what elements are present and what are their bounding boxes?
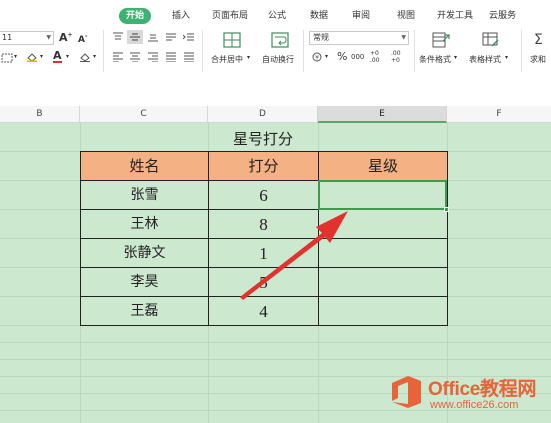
spreadsheet-grid[interactable]: 星号打分 姓名 打分 星级 张雪 6 王林 8 张静文 1 李昊 5 王磊 4	[0, 123, 551, 423]
chevron-down-icon: ▾	[325, 53, 329, 60]
chevron-down-icon: ▾	[14, 53, 18, 60]
name-cell[interactable]: 李昊	[80, 267, 208, 296]
percent-button[interactable]: %	[337, 50, 347, 63]
align-right-icon[interactable]	[147, 52, 159, 62]
tab-review[interactable]: 审阅	[352, 8, 370, 24]
name-cell[interactable]: 张雪	[80, 180, 208, 209]
grid-line	[0, 359, 551, 360]
text-orientation-icon[interactable]	[165, 32, 177, 42]
chevron-down-icon: ▾	[40, 53, 44, 60]
ribbon-toolbar: 11 ▼ A+ A- ▾ ▾ A ▾ ▾ 合并居中 ▾ 自动换行 常规 ▼ ¥ …	[0, 28, 551, 76]
tab-view[interactable]: 视图	[397, 8, 415, 24]
office-logo-icon	[392, 376, 421, 408]
ribbon-separator	[303, 30, 304, 72]
column-header-e[interactable]: E	[318, 106, 447, 123]
font-size-select[interactable]: 11 ▼	[0, 31, 54, 45]
column-header-b[interactable]: B	[0, 106, 80, 123]
tab-formula[interactable]: 公式	[268, 8, 286, 24]
increase-decimal-button[interactable]: +0 .00	[370, 50, 386, 64]
chevron-down-icon: ▾	[454, 54, 458, 61]
sum-button[interactable]: Σ 求和	[527, 30, 551, 72]
grow-font-button[interactable]: A+	[59, 31, 73, 44]
tab-developer[interactable]: 开发工具	[437, 8, 473, 24]
merge-center-button[interactable]: 合并居中 ▾	[209, 30, 257, 72]
decrease-decimal-button[interactable]: .00 +0	[391, 50, 407, 64]
chevron-down-icon: ▾	[247, 54, 251, 61]
column-header-d[interactable]: D	[208, 106, 318, 123]
column-header-row: B C D E F	[0, 106, 551, 123]
align-center-icon[interactable]	[129, 52, 141, 62]
eraser-icon[interactable]	[79, 52, 91, 62]
shrink-font-letter: A	[78, 35, 85, 45]
number-format-select[interactable]: 常规 ▼	[309, 31, 409, 45]
ribbon-separator	[414, 30, 415, 72]
header-cell-score[interactable]: 打分	[208, 151, 318, 180]
svg-text:¥: ¥	[315, 55, 319, 62]
ribbon-separator	[521, 30, 522, 72]
distributed-icon[interactable]	[183, 52, 195, 62]
column-header-c[interactable]: C	[80, 106, 208, 123]
grid-line	[0, 342, 551, 343]
tab-data[interactable]: 数据	[310, 8, 328, 24]
border-icon[interactable]	[1, 53, 13, 63]
conditional-format-icon	[432, 32, 450, 48]
fill-handle[interactable]	[444, 207, 449, 212]
align-left-icon[interactable]	[112, 52, 124, 62]
sum-label: 求和	[530, 55, 546, 64]
wrap-text-button[interactable]: 自动换行	[259, 30, 301, 72]
conditional-format-label: 条件格式	[419, 55, 451, 64]
sheet-title[interactable]: 星号打分	[80, 127, 446, 151]
column-header-f[interactable]: F	[447, 106, 551, 123]
align-middle-icon	[130, 33, 140, 41]
name-cell[interactable]: 王林	[80, 209, 208, 238]
name-cell[interactable]: 王磊	[80, 296, 208, 325]
indent-icon[interactable]	[183, 32, 195, 42]
tab-insert[interactable]: 插入	[172, 8, 190, 24]
ribbon-tab-bar: 开始 插入 页面布局 公式 数据 审阅 视图 开发工具 云服务	[0, 0, 551, 28]
currency-icon[interactable]: ¥	[311, 52, 323, 62]
table-style-label: 表格样式	[469, 55, 501, 64]
table-border	[80, 325, 448, 326]
formula-bar-area[interactable]	[0, 76, 551, 106]
ribbon-separator	[202, 30, 203, 72]
table-border	[447, 151, 448, 325]
watermark: Office教程网 www.office26.com	[388, 370, 551, 423]
name-cell[interactable]: 张静文	[80, 238, 208, 267]
merge-center-label: 合并居中	[211, 55, 243, 64]
table-style-icon	[482, 32, 499, 47]
grow-font-letter: A	[59, 31, 68, 44]
chevron-down-icon: ▼	[46, 34, 51, 41]
chevron-down-icon: ▾	[66, 53, 70, 60]
chevron-down-icon: ▾	[93, 53, 97, 60]
font-color-button[interactable]: A	[53, 50, 62, 63]
merge-cells-icon	[223, 32, 241, 48]
header-cell-stars[interactable]: 星级	[318, 151, 447, 180]
watermark-brand: Office教程网	[428, 379, 537, 400]
justify-icon[interactable]	[165, 52, 177, 62]
chevron-down-icon: ▼	[401, 34, 406, 41]
chevron-down-icon: ▾	[505, 54, 509, 61]
tab-home[interactable]: 开始	[119, 8, 152, 24]
thousands-button[interactable]: 000	[351, 53, 364, 61]
tab-cloud[interactable]: 云服务	[489, 8, 516, 24]
tab-page-layout[interactable]: 页面布局	[212, 8, 248, 24]
shrink-font-button[interactable]: A-	[78, 33, 87, 45]
table-style-button[interactable]: 表格样式 ▾	[469, 30, 515, 72]
align-bottom-icon[interactable]	[147, 32, 159, 42]
annotation-arrow-icon	[240, 211, 348, 300]
align-top-icon[interactable]	[112, 32, 124, 42]
wrap-text-label: 自动换行	[262, 55, 294, 64]
conditional-format-button[interactable]: 条件格式 ▾	[419, 30, 463, 72]
number-format-value: 常规	[313, 33, 329, 42]
fill-color-icon[interactable]	[26, 52, 38, 62]
font-size-value: 11	[2, 33, 13, 42]
header-cell-name[interactable]: 姓名	[80, 151, 208, 180]
wrap-text-icon	[271, 32, 289, 48]
watermark-url: www.office26.com	[430, 399, 519, 411]
sigma-icon: Σ	[534, 32, 543, 48]
ribbon-separator	[103, 30, 104, 72]
